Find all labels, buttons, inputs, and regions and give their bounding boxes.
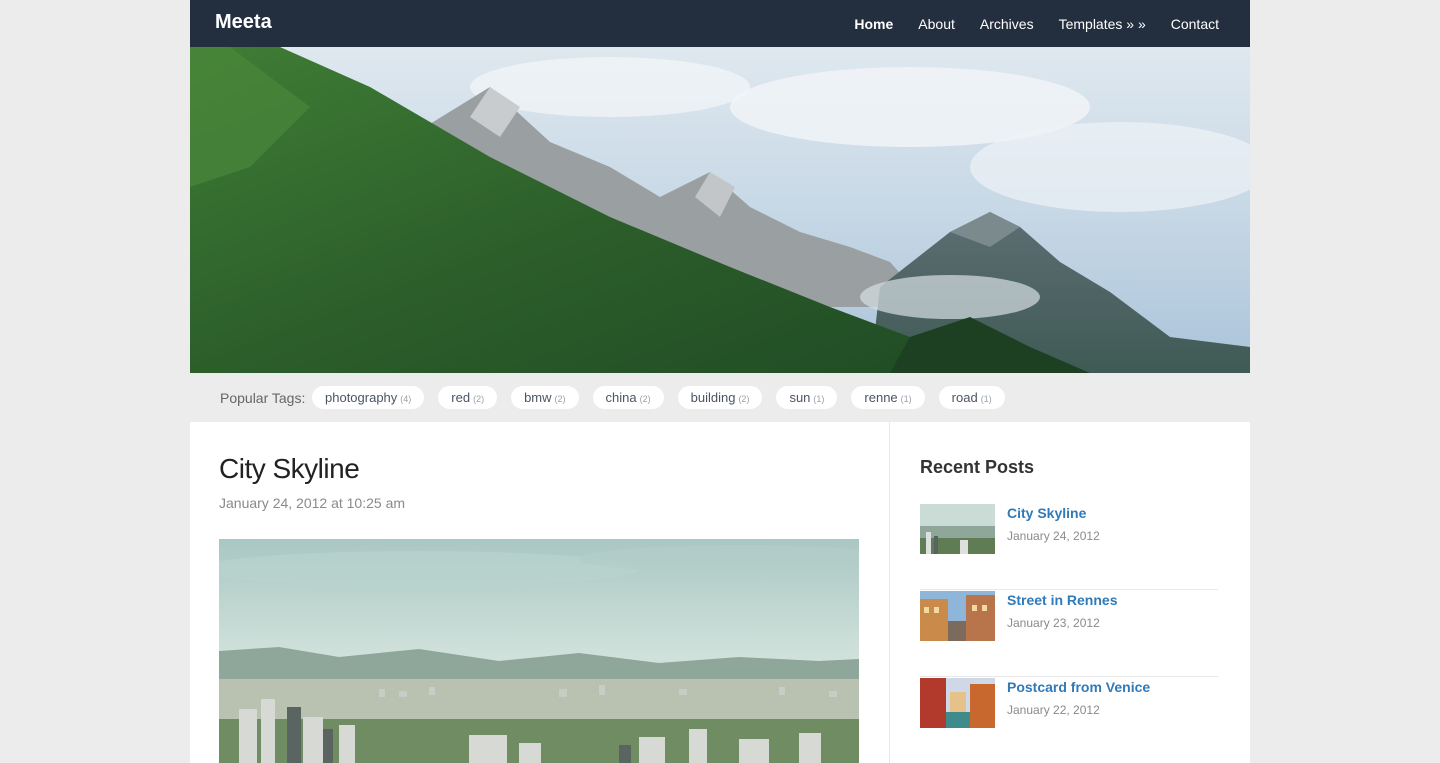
main-content: City Skyline January 24, 2012 at 10:25 a… [190,422,889,763]
recent-post-title-link[interactable]: Street in Rennes [1007,592,1117,608]
tag-count: (2) [639,393,651,404]
top-navbar: Meeta Home About Archives Templates » » … [190,0,1250,47]
tag-photography[interactable]: photography (4) [312,386,425,409]
venice-thumbnail-image [920,678,995,728]
tag-name: red [451,390,471,405]
recent-post-title-link[interactable]: City Skyline [1007,505,1086,521]
recent-post-thumbnail[interactable] [920,591,995,641]
recent-post-title-link[interactable]: Postcard from Venice [1007,679,1150,695]
nav-templates-dropdown[interactable]: Templates » » [1059,16,1146,32]
recent-post-item: City Skyline January 24, 2012 [920,504,1218,590]
tag-red[interactable]: red (2) [438,386,498,409]
nav-home[interactable]: Home [854,16,893,32]
tag-road[interactable]: road (1) [938,386,1005,409]
tag-count: (2) [554,393,566,404]
tag-count: (2) [738,393,750,404]
tag-list: photography (4) red (2) bmw (2) china (2) bu… [312,386,1019,409]
tag-name: road [951,390,978,405]
recent-post-thumbnail[interactable] [920,504,995,554]
tag-count: (2) [473,393,485,404]
mountain-forest-image [190,47,1250,373]
popular-tags-bar: Popular Tags: photography (4) red (2) bmw(… [190,373,1250,422]
tag-count: (1) [980,393,992,404]
recent-post-date: January 23, 2012 [1007,616,1100,630]
post-date: January 24, 2012 at 10:25 am [219,495,406,511]
sidebar: Recent Posts City Skyline January 24, 20… [890,422,1250,763]
tag-name: sun [789,390,811,405]
main-nav: Home About Archives Templates » » Contac… [829,0,1219,47]
recent-posts-list: City Skyline January 24, 2012 Street in … [920,504,1218,763]
tag-name: bmw [524,390,552,405]
tag-name: photography [325,390,398,405]
tag-building[interactable]: building (2) [677,386,763,409]
street-thumbnail-image [920,591,995,641]
tag-china[interactable]: china (2) [592,386,664,409]
tag-bmw[interactable]: bmw (2) [511,386,579,409]
nav-about[interactable]: About [918,16,955,32]
recent-posts-heading: Recent Posts [920,457,1035,477]
recent-post-date: January 24, 2012 [1007,529,1100,543]
popular-tags-label: Popular Tags: [220,390,306,406]
hero-image [190,47,1250,373]
tag-renne[interactable]: renne (1) [851,386,925,409]
page-container: Meeta Home About Archives Templates » » … [190,0,1250,763]
recent-post-item: Street in Rennes January 23, 2012 [920,591,1218,677]
tag-name: renne [864,390,898,405]
city-thumbnail-image [920,504,995,554]
site-logo-link[interactable]: Meeta [215,11,272,34]
city-skyline-image [219,539,859,763]
tag-sun[interactable]: sun (1) [776,386,838,409]
tag-count: (1) [900,393,912,404]
recent-post-thumbnail[interactable] [920,678,995,728]
tag-count: (1) [813,393,825,404]
nav-archives[interactable]: Archives [980,16,1034,32]
recent-post-item: Postcard from Venice January 22, 2012 [920,678,1218,763]
tag-name: building [690,390,736,405]
recent-post-date: January 22, 2012 [1007,703,1100,717]
post-featured-image[interactable] [219,539,859,763]
tag-name: china [605,390,637,405]
tag-count: (4) [400,393,412,404]
post-title[interactable]: City Skyline [219,453,360,485]
nav-contact[interactable]: Contact [1171,16,1219,32]
